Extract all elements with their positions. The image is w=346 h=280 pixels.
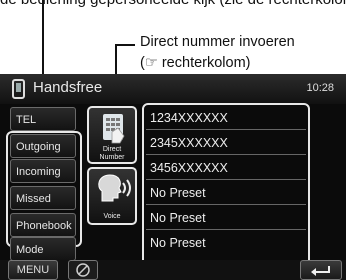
menu-button[interactable]: MENU [8, 260, 58, 280]
clock: 10:28 [306, 82, 334, 94]
top-caption: de bediening gepersoneelde kijk (zie de … [0, 0, 346, 8]
circle-button[interactable] [68, 260, 98, 280]
callout-direct-line2: (☞ rechterkolom) [140, 55, 251, 71]
preset-row[interactable]: No Preset [146, 231, 306, 255]
phonebook-button[interactable]: Phonebook [10, 213, 76, 237]
preset-row[interactable]: No Preset [146, 206, 306, 230]
keypad-hand-icon [103, 114, 125, 144]
tel-button[interactable]: TEL [10, 107, 76, 131]
handsfree-screen: Handsfree 10:28 TEL Outgoing Incoming Mi… [0, 74, 346, 280]
circle-slash-icon [76, 263, 90, 277]
phone-icon [12, 79, 25, 99]
preset-row[interactable]: 2345XXXXXX [146, 131, 306, 155]
voice-button[interactable]: Voice [87, 167, 137, 225]
preset-row[interactable]: 3456XXXXXX [146, 156, 306, 180]
preset-row[interactable]: No Preset [146, 181, 306, 205]
title-bar: Handsfree 10:28 [0, 74, 346, 104]
callout-line-direct-h [115, 44, 135, 46]
missed-button[interactable]: Missed [10, 186, 76, 210]
outgoing-button[interactable]: Outgoing [10, 134, 76, 158]
incoming-button[interactable]: Incoming [10, 159, 76, 183]
callout-direct-number: Direct nummer invoeren (☞ rechterkolom) [140, 32, 295, 74]
preset-row[interactable]: 1234XXXXXX [146, 106, 306, 130]
voice-label: Voice [103, 213, 121, 220]
mode-button[interactable]: Mode [10, 237, 76, 261]
direct-number-button[interactable]: Direct Number [87, 106, 137, 164]
app-title: Handsfree [33, 79, 103, 96]
callout-direct-line1: Direct nummer invoeren [140, 34, 295, 50]
voice-head-icon [98, 174, 131, 202]
direct-label-2: Number [99, 154, 125, 161]
back-arrow-icon [311, 266, 330, 276]
back-button[interactable] [300, 260, 342, 280]
